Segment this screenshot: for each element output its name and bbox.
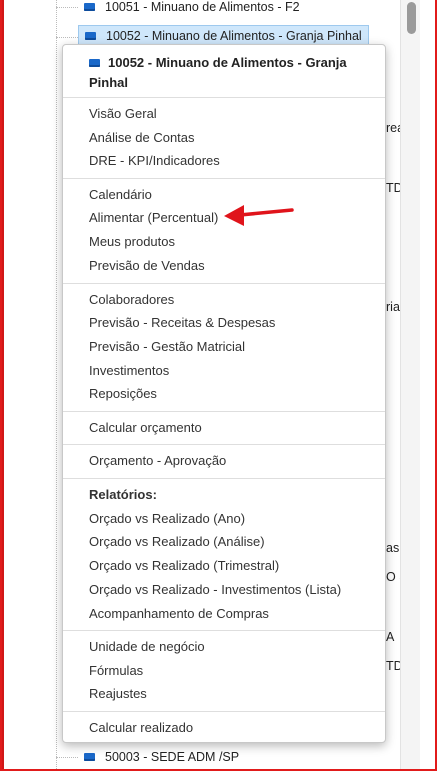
menu-separator — [63, 478, 385, 479]
menu-item-investimentos[interactable]: Investimentos — [89, 363, 169, 379]
menu-item-orcamento-aprovacao[interactable]: Orçamento - Aprovação — [89, 453, 226, 469]
menu-item-calendario[interactable]: Calendário — [89, 187, 152, 203]
menu-item-previsao-receitas-despesas[interactable]: Previsão - Receitas & Despesas — [89, 315, 275, 331]
menu-separator — [63, 630, 385, 631]
menu-separator — [63, 97, 385, 98]
menu-separator — [63, 411, 385, 412]
menu-item-dre-kpi[interactable]: DRE - KPI/Indicadores — [89, 153, 220, 169]
menu-separator — [63, 711, 385, 712]
menu-item-alimentar-percentual[interactable]: Alimentar (Percentual) — [89, 210, 218, 226]
menu-item-orcado-realizado-ano[interactable]: Orçado vs Realizado (Ano) — [89, 511, 245, 527]
menu-item-unidade-de-negocio[interactable]: Unidade de negócio — [89, 639, 205, 655]
menu-item-calcular-orcamento[interactable]: Calcular orçamento — [89, 420, 202, 436]
menu-item-analise-de-contas[interactable]: Análise de Contas — [89, 130, 195, 146]
annotation-arrow-icon — [224, 205, 294, 226]
menu-item-calcular-realizado[interactable]: Calcular realizado — [89, 720, 193, 736]
folder-icon — [89, 59, 100, 67]
menu-item-meus-produtos[interactable]: Meus produtos — [89, 234, 175, 250]
menu-item-reajustes[interactable]: Reajustes — [89, 686, 147, 702]
menu-item-colaboradores[interactable]: Colaboradores — [89, 292, 174, 308]
menu-header: 10052 - Minuano de Alimentos - Granja Pi… — [63, 45, 385, 93]
menu-heading-relatorios: Relatórios: — [89, 487, 157, 502]
menu-item-visao-geral[interactable]: Visão Geral — [89, 106, 157, 122]
menu-item-orcado-realizado-analise[interactable]: Orçado vs Realizado (Análise) — [89, 534, 265, 550]
menu-item-orcado-realizado-investimentos[interactable]: Orçado vs Realizado - Investimentos (Lis… — [89, 582, 341, 598]
menu-separator — [63, 444, 385, 445]
menu-item-previsao-de-vendas[interactable]: Previsão de Vendas — [89, 258, 205, 274]
menu-header-title: 10052 - Minuano de Alimentos - Granja Pi… — [89, 55, 347, 90]
context-menu: 10052 - Minuano de Alimentos - Granja Pi… — [62, 44, 386, 743]
menu-item-orcado-realizado-trimestral[interactable]: Orçado vs Realizado (Trimestral) — [89, 558, 279, 574]
menu-item-acompanhamento-compras[interactable]: Acompanhamento de Compras — [89, 606, 269, 622]
menu-item-formulas[interactable]: Fórmulas — [89, 663, 143, 679]
menu-separator — [63, 178, 385, 179]
menu-item-reposicoes[interactable]: Reposições — [89, 386, 157, 402]
menu-item-previsao-gestao-matricial[interactable]: Previsão - Gestão Matricial — [89, 339, 245, 355]
menu-separator — [63, 283, 385, 284]
